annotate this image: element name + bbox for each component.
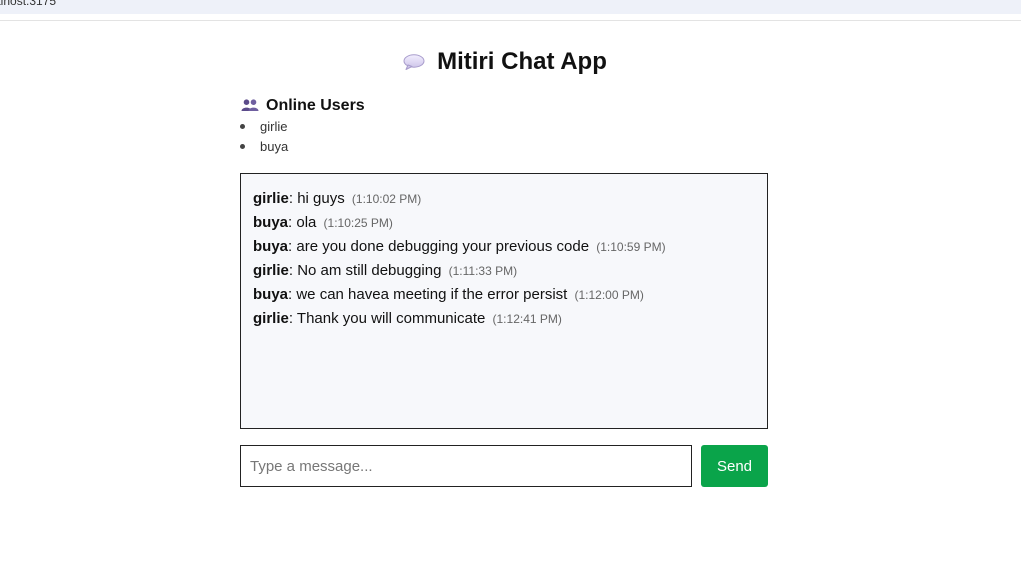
message-author: girlie bbox=[253, 190, 289, 207]
chat-message: buya: ola (1:10:25 PM) bbox=[253, 213, 393, 233]
online-user-item: girlie bbox=[240, 118, 288, 138]
message-text: : hi guys bbox=[288, 190, 345, 207]
message-text: : ola bbox=[288, 214, 317, 231]
online-users-label: Online Users bbox=[266, 97, 365, 114]
message-author: buya bbox=[253, 286, 289, 303]
send-button[interactable]: Send bbox=[701, 445, 768, 487]
header-divider bbox=[0, 20, 1021, 21]
message-timestamp: (1:10:02 PM) bbox=[351, 192, 422, 206]
chat-message: buya: we can havea meeting if the error … bbox=[253, 285, 644, 305]
message-timestamp: (1:11:33 PM) bbox=[448, 264, 518, 278]
message-text: : No am still debugging bbox=[288, 262, 442, 279]
online-user-item: buya bbox=[240, 138, 288, 158]
address-bar-text[interactable]: alhost:3175 bbox=[0, 0, 56, 8]
online-users-heading: Online Users bbox=[241, 96, 365, 116]
chat-message: girlie: No am still debugging (1:11:33 P… bbox=[253, 261, 517, 281]
chat-messages-panel[interactable]: girlie: hi guys (1:10:02 PM) buya: ola (… bbox=[240, 173, 768, 429]
speech-bubble-icon bbox=[403, 47, 425, 70]
message-text: : Thank you will communicate bbox=[288, 310, 486, 327]
message-timestamp: (1:12:41 PM) bbox=[492, 312, 562, 326]
chat-message: buya: are you done debugging your previo… bbox=[253, 237, 666, 257]
message-author: girlie bbox=[253, 310, 289, 327]
chat-message: girlie: Thank you will communicate (1:12… bbox=[253, 309, 562, 329]
message-text: : are you done debugging your previous c… bbox=[288, 238, 590, 255]
browser-toolbar: alhost:3175 bbox=[0, 0, 1021, 14]
message-timestamp: (1:10:25 PM) bbox=[323, 216, 393, 230]
message-input[interactable] bbox=[240, 445, 692, 487]
message-composer: Send bbox=[240, 445, 768, 487]
online-users-list: girlie buya bbox=[240, 118, 288, 158]
chat-message: girlie: hi guys (1:10:02 PM) bbox=[253, 189, 421, 209]
message-author: girlie bbox=[253, 262, 289, 279]
app-title-text: Mitiri Chat App bbox=[437, 48, 607, 75]
message-timestamp: (1:10:59 PM) bbox=[596, 240, 666, 254]
message-timestamp: (1:12:00 PM) bbox=[574, 288, 644, 302]
page-title: Mitiri Chat App bbox=[0, 46, 1010, 78]
message-text: : we can havea meeting if the error pers… bbox=[288, 286, 568, 303]
message-author: buya bbox=[253, 238, 289, 255]
message-author: buya bbox=[253, 214, 289, 231]
users-icon bbox=[241, 97, 259, 111]
